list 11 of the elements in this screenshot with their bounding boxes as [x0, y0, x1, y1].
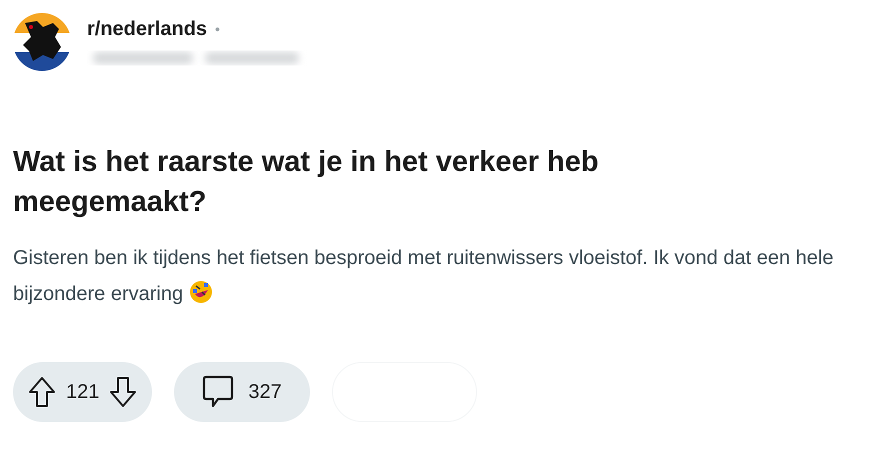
post-title: Wat is het raarste wat je in het verkeer heb meegemaakt? — [13, 145, 600, 220]
upvote-icon[interactable] — [28, 376, 56, 408]
vote-count: 121 — [66, 380, 100, 405]
comments-button[interactable]: 327 — [174, 362, 310, 422]
downvote-icon[interactable] — [109, 376, 138, 408]
laughing-emoji-icon — [188, 280, 213, 304]
separator-dot: • — [215, 20, 220, 38]
post-body: Gisteren ben ik tijdens het fietsen besproeid met ruitenwissers vloeistof. Ik vond dat een hele bijzondere ervaring — [13, 246, 834, 307]
comment-icon — [202, 375, 234, 409]
subreddit-name[interactable]: r/nederlands — [87, 16, 208, 42]
flag-lion-avatar — [13, 13, 71, 71]
